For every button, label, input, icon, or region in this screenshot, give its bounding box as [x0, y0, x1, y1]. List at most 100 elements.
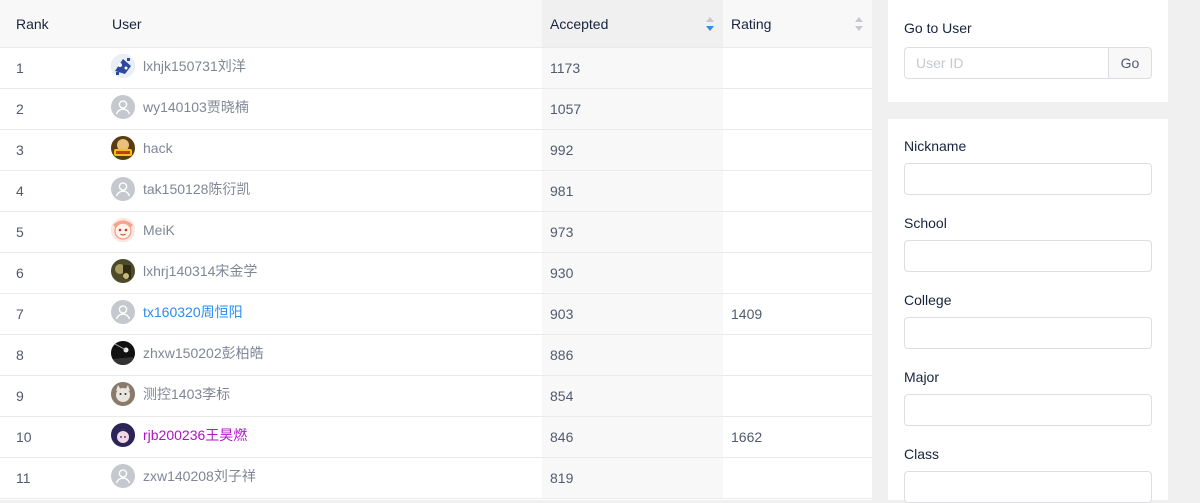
sort-descending-arrow-icon[interactable]: [855, 26, 863, 31]
go-button[interactable]: Go: [1108, 47, 1152, 79]
user-link[interactable]: MeiK: [96, 218, 542, 242]
table-row: 10 rjb200236王昊燃 846 1662: [0, 416, 872, 458]
rank-cell: 3: [0, 129, 96, 171]
rating-cell: [723, 47, 872, 89]
avatar[interactable]: [111, 54, 135, 78]
rating-cell: [723, 88, 872, 130]
avatar[interactable]: [111, 259, 135, 283]
accepted-count-cell: 819: [542, 457, 723, 499]
goto-user-input-group: Go: [904, 47, 1152, 79]
avatar[interactable]: [111, 136, 135, 160]
user-cell: zxw140208刘子祥: [96, 457, 542, 499]
nickname-field[interactable]: [904, 163, 1152, 195]
user-cell: rjb200236王昊燃: [96, 416, 542, 458]
rating-cell: [723, 170, 872, 212]
avatar[interactable]: [111, 95, 135, 119]
user-link[interactable]: tx160320周恒阳: [96, 300, 542, 324]
user-cell: MeiK: [96, 211, 542, 253]
rating-cell: 1409: [723, 293, 872, 335]
user-link[interactable]: zxw140208刘子祥: [96, 464, 542, 488]
accepted-count-cell: 1057: [542, 88, 723, 130]
username-link[interactable]: 测控1403李标: [143, 384, 230, 404]
sort-ascending-arrow-icon[interactable]: [855, 17, 863, 22]
table-row: 11 zxw140208刘子祥 819: [0, 457, 872, 499]
accepted-count-cell: 992: [542, 129, 723, 171]
username-link[interactable]: tx160320周恒阳: [143, 302, 243, 322]
table-row: 5 MeiK 973: [0, 211, 872, 253]
username-link[interactable]: zhxw150202彭柏皓: [143, 343, 264, 363]
table-row: 4 tak150128陈衍凯 981: [0, 170, 872, 212]
school-label: School: [904, 215, 947, 231]
accepted-count-cell: 981: [542, 170, 723, 212]
user-cell: lxhjk150731刘洋: [96, 47, 542, 89]
class-field[interactable]: [904, 471, 1152, 503]
table-body: 1 lxhjk150731刘洋 1173 2 wy140103贾晓楠 1057 3 hack 9…: [0, 47, 872, 499]
rating-cell: [723, 252, 872, 294]
table-row: 3 hack 992: [0, 129, 872, 171]
rating-cell: [723, 129, 872, 171]
user-cell: hack: [96, 129, 542, 171]
username-link[interactable]: rjb200236王昊燃: [143, 425, 247, 445]
rank-header-label: Rank: [16, 15, 49, 32]
user-link[interactable]: zhxw150202彭柏皓: [96, 341, 542, 365]
user-link[interactable]: 测控1403李标: [96, 382, 542, 406]
rank-cell: 2: [0, 88, 96, 130]
goto-user-title: Go to User: [904, 20, 972, 36]
rank-cell: 6: [0, 252, 96, 294]
username-link[interactable]: lxhjk150731刘洋: [143, 56, 246, 76]
user-cell: tx160320周恒阳: [96, 293, 542, 335]
table-row: 7 tx160320周恒阳 903 1409: [0, 293, 872, 335]
username-link[interactable]: MeiK: [143, 222, 175, 238]
table-header-row: Rank User Accepted Rating: [0, 0, 872, 48]
username-link[interactable]: wy140103贾晓楠: [143, 97, 249, 117]
accepted-sort-icon[interactable]: [706, 17, 714, 31]
rating-header-label: Rating: [731, 15, 772, 32]
username-link[interactable]: zxw140208刘子祥: [143, 466, 256, 486]
avatar[interactable]: [111, 464, 135, 488]
username-link[interactable]: lxhrj140314宋金学: [143, 261, 257, 281]
username-link[interactable]: tak150128陈衍凯: [143, 179, 250, 199]
rating-cell: [723, 375, 872, 417]
user-cell: tak150128陈衍凯: [96, 170, 542, 212]
user-filter-panel: Nickname School College Major Class: [888, 119, 1168, 503]
user-link[interactable]: lxhjk150731刘洋: [96, 54, 542, 78]
user-column-header: User: [96, 0, 542, 48]
user-cell: lxhrj140314宋金学: [96, 252, 542, 294]
avatar[interactable]: [111, 218, 135, 242]
rating-sort-icon[interactable]: [855, 17, 863, 31]
user-link[interactable]: rjb200236王昊燃: [96, 423, 542, 447]
user-link[interactable]: wy140103贾晓楠: [96, 95, 542, 119]
rank-cell: 4: [0, 170, 96, 212]
table-row: 6 lxhrj140314宋金学 930: [0, 252, 872, 294]
user-link[interactable]: lxhrj140314宋金学: [96, 259, 542, 283]
table-row: 2 wy140103贾晓楠 1057: [0, 88, 872, 130]
accepted-count-cell: 930: [542, 252, 723, 294]
accepted-count-cell: 886: [542, 334, 723, 376]
accepted-column-header[interactable]: Accepted: [542, 0, 723, 48]
school-field[interactable]: [904, 240, 1152, 272]
avatar[interactable]: [111, 177, 135, 201]
avatar[interactable]: [111, 382, 135, 406]
rating-cell: 1662: [723, 416, 872, 458]
user-link[interactable]: tak150128陈衍凯: [96, 177, 542, 201]
college-field[interactable]: [904, 317, 1152, 349]
rank-cell: 8: [0, 334, 96, 376]
rank-column-header: Rank: [0, 0, 96, 48]
avatar[interactable]: [111, 341, 135, 365]
user-link[interactable]: hack: [96, 136, 542, 160]
major-field[interactable]: [904, 394, 1152, 426]
rank-cell: 1: [0, 47, 96, 89]
user-id-input[interactable]: [904, 47, 1108, 79]
rating-column-header[interactable]: Rating: [723, 0, 872, 48]
avatar[interactable]: [111, 423, 135, 447]
rating-cell: [723, 334, 872, 376]
nickname-label: Nickname: [904, 138, 967, 154]
user-cell: zhxw150202彭柏皓: [96, 334, 542, 376]
username-link[interactable]: hack: [143, 140, 173, 156]
accepted-header-label: Accepted: [550, 15, 609, 32]
avatar[interactable]: [111, 300, 135, 324]
sort-descending-arrow-icon[interactable]: [706, 26, 714, 31]
sort-ascending-arrow-icon[interactable]: [706, 17, 714, 22]
rating-cell: [723, 457, 872, 499]
accepted-count-cell: 1173: [542, 47, 723, 89]
